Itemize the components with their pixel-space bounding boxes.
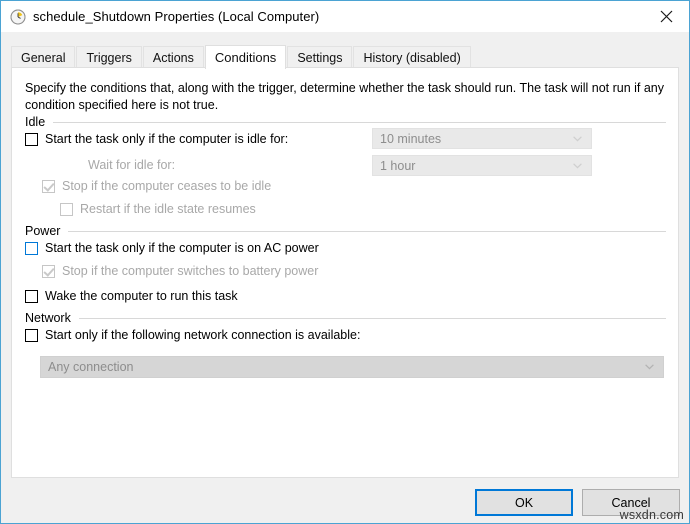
- properties-dialog-window: schedule_Shutdown Properties (Local Comp…: [0, 0, 690, 524]
- group-header-idle: Idle: [25, 115, 666, 129]
- checkbox-wake-computer[interactable]: [25, 289, 38, 303]
- tab-label: General: [21, 50, 66, 65]
- group-divider-idle: [53, 121, 666, 123]
- checkbox-row-stop-if-ceases-idle[interactable]: Stop if the computer ceases to be idle: [42, 179, 271, 193]
- checkbox-row-restart-if-idle-resumes[interactable]: Restart if the idle state resumes: [60, 202, 256, 216]
- tab-conditions[interactable]: Conditions: [204, 45, 287, 69]
- chevron-down-icon: [573, 162, 582, 169]
- checkbox-start-if-idle[interactable]: [25, 132, 38, 146]
- group-label-network: Network: [25, 311, 71, 325]
- checkbox-label-stop-if-battery: Stop if the computer switches to battery…: [62, 264, 319, 278]
- tab-general[interactable]: General: [11, 46, 76, 68]
- ok-button[interactable]: OK: [475, 489, 573, 516]
- checkbox-row-wake-computer[interactable]: Wake the computer to run this task: [25, 289, 238, 303]
- ok-button-label: OK: [514, 495, 534, 510]
- group-label-idle: Idle: [25, 115, 46, 129]
- chevron-down-icon: [645, 364, 654, 370]
- combo-wait-duration[interactable]: 1 hour: [372, 155, 592, 176]
- checkbox-label-restart-if-idle-resumes: Restart if the idle state resumes: [80, 202, 256, 216]
- tab-actions[interactable]: Actions: [142, 46, 204, 68]
- tab-settings[interactable]: Settings: [287, 46, 353, 68]
- checkbox-row-start-if-idle[interactable]: Start the task only if the computer is i…: [25, 132, 288, 146]
- window-title: schedule_Shutdown Properties (Local Comp…: [33, 9, 320, 24]
- group-header-power: Power: [25, 224, 666, 238]
- panel-description: Specify the conditions that, along with …: [25, 81, 665, 112]
- group-label-power: Power: [25, 224, 61, 238]
- clock-task-icon: [10, 9, 26, 25]
- checkbox-restart-if-idle-resumes[interactable]: [60, 202, 73, 216]
- checkbox-start-if-network[interactable]: [25, 328, 38, 342]
- checkbox-row-start-if-network[interactable]: Start only if the following network conn…: [25, 328, 360, 342]
- checkbox-stop-if-battery[interactable]: [42, 264, 55, 278]
- tab-label: Conditions: [214, 50, 277, 65]
- watermark: wsxdn.com: [619, 508, 684, 522]
- checkbox-start-if-ac-power[interactable]: [25, 241, 38, 255]
- checkbox-label-wake-computer: Wake the computer to run this task: [45, 289, 238, 303]
- label-wait-for-idle: Wait for idle for:: [88, 158, 176, 172]
- tab-strip: General Triggers Actions Conditions Sett…: [11, 45, 679, 69]
- title-bar: schedule_Shutdown Properties (Local Comp…: [1, 1, 689, 32]
- combo-value-network-connection: Any connection: [48, 360, 134, 374]
- combo-value-wait-duration: 1 hour: [380, 158, 416, 173]
- checkbox-label-start-if-idle: Start the task only if the computer is i…: [45, 132, 289, 146]
- combo-idle-duration[interactable]: 10 minutes: [372, 128, 592, 149]
- checkbox-row-stop-if-battery[interactable]: Stop if the computer switches to battery…: [42, 264, 318, 278]
- checkbox-label-stop-if-ceases-idle: Stop if the computer ceases to be idle: [62, 179, 272, 193]
- tab-label: Settings: [297, 50, 343, 65]
- tab-label: Actions: [152, 50, 194, 65]
- checkbox-label-start-if-network: Start only if the following network conn…: [45, 328, 361, 342]
- checkbox-row-start-if-ac-power[interactable]: Start the task only if the computer is o…: [25, 241, 319, 255]
- combo-value-idle-duration: 10 minutes: [380, 131, 442, 146]
- checkbox-stop-if-ceases-idle[interactable]: [42, 179, 55, 193]
- combo-network-connection[interactable]: Any connection: [40, 356, 664, 378]
- checkbox-label-start-if-ac-power: Start the task only if the computer is o…: [45, 241, 319, 255]
- group-divider-network: [78, 317, 666, 319]
- conditions-tab-panel: Specify the conditions that, along with …: [11, 67, 679, 478]
- group-divider-power: [68, 230, 666, 232]
- chevron-down-icon: [573, 135, 582, 142]
- tab-triggers[interactable]: Triggers: [76, 46, 142, 68]
- group-header-network: Network: [25, 311, 666, 325]
- close-icon[interactable]: [643, 1, 689, 31]
- tab-history[interactable]: History (disabled): [353, 46, 471, 68]
- tab-label: Triggers: [86, 50, 132, 65]
- tab-label: History (disabled): [363, 50, 461, 65]
